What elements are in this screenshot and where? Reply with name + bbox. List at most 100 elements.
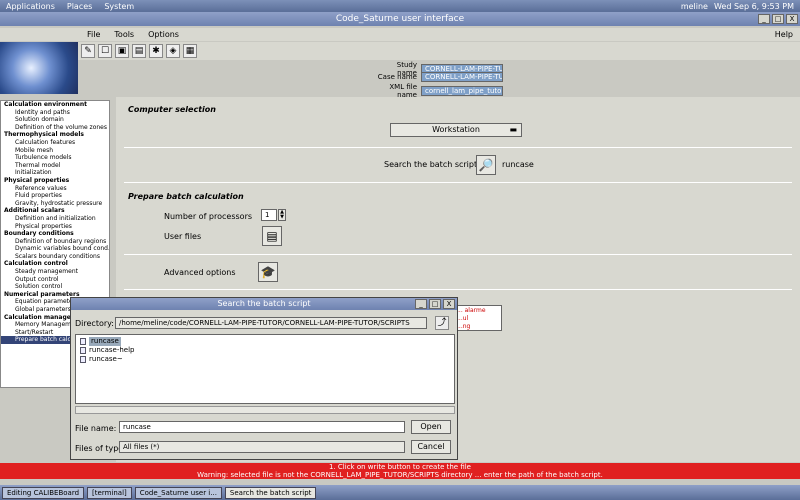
status-bar: 1. Click on write button to create the f…: [0, 463, 800, 479]
new-file-icon[interactable]: ✎: [81, 44, 95, 58]
tree-category[interactable]: Calculation control: [1, 260, 109, 268]
graduation-cap-icon[interactable]: 🎓: [258, 262, 278, 282]
close-button[interactable]: X: [786, 14, 798, 24]
file-item-label: runcase: [89, 337, 121, 346]
code-saturne-logo: [0, 42, 78, 94]
tree-item[interactable]: Definition and initialization: [1, 215, 109, 223]
divider: [124, 147, 792, 148]
batch-warning-line1: ... alarme: [457, 307, 486, 314]
tree-item[interactable]: Scalars boundary conditions: [1, 253, 109, 261]
tree-item[interactable]: Reference values: [1, 185, 109, 193]
tree-item[interactable]: Gravity, hydrostatic pressure: [1, 200, 109, 208]
tree-category[interactable]: Physical properties: [1, 177, 109, 185]
undo-icon[interactable]: ◈: [166, 44, 180, 58]
file-icon: [80, 356, 86, 363]
task-terminal[interactable]: [terminal]: [87, 486, 132, 499]
workstation-select[interactable]: Workstation ▬: [390, 123, 522, 137]
nproc-spinner[interactable]: ▲ ▼: [278, 209, 286, 221]
open-button[interactable]: Open: [411, 420, 451, 434]
xml-value: cornell_lam_pipe_tutor.xml: [421, 86, 503, 96]
tree-item[interactable]: Fluid properties: [1, 192, 109, 200]
directory-label: Directory:: [75, 319, 114, 328]
system-menu[interactable]: System: [98, 2, 140, 11]
top-panel: Applications Places System meline Wed Se…: [0, 0, 800, 12]
save-as-icon[interactable]: ▤: [132, 44, 146, 58]
workstation-value: Workstation: [432, 125, 480, 134]
prepare-batch-header: Prepare batch calculation: [128, 192, 244, 201]
minimize-button[interactable]: _: [758, 14, 770, 24]
file-item[interactable]: runcase: [76, 337, 454, 346]
dialog-maximize-button[interactable]: □: [429, 299, 441, 309]
tree-item[interactable]: Initialization: [1, 169, 109, 177]
file-item[interactable]: runcase-help: [76, 346, 454, 355]
nproc-input[interactable]: 1: [261, 209, 277, 221]
tree-category[interactable]: Boundary conditions: [1, 230, 109, 238]
dialog-close-button[interactable]: X: [443, 299, 455, 309]
directory-select[interactable]: /home/meline/code/CORNELL-LAM-PIPE-TUTOR…: [115, 317, 427, 329]
window-title: Code_Saturne user interface: [0, 12, 800, 26]
file-icon: [80, 347, 86, 354]
nproc-label: Number of processors: [164, 212, 253, 221]
tree-item[interactable]: Solution control: [1, 283, 109, 291]
clock[interactable]: Wed Sep 6, 9:53 PM: [714, 2, 800, 11]
tree-category[interactable]: Calculation environment: [1, 101, 109, 109]
search-script-button[interactable]: 🔎: [476, 155, 496, 175]
redo-icon[interactable]: ▦: [183, 44, 197, 58]
file-item[interactable]: runcase~: [76, 355, 454, 364]
tree-item[interactable]: Dynamic variables bound cond.: [1, 245, 109, 253]
applications-menu[interactable]: Applications: [0, 2, 61, 11]
dialog-minimize-button[interactable]: _: [415, 299, 427, 309]
tree-category[interactable]: Additional scalars: [1, 207, 109, 215]
status-line1: 1. Click on write button to create the f…: [329, 463, 471, 471]
search-script-dialog: Search the batch script _ □ X Directory:…: [70, 297, 458, 460]
maximize-button[interactable]: □: [772, 14, 784, 24]
tree-category[interactable]: Thermophysical models: [1, 131, 109, 139]
divider: [124, 254, 792, 255]
toolbar: ✎ ☐ ▣ ▤ ✱ ◈ ▦: [78, 42, 800, 60]
tree-item[interactable]: Mobile mesh: [1, 147, 109, 155]
places-menu[interactable]: Places: [61, 2, 98, 11]
tree-item[interactable]: Output control: [1, 276, 109, 284]
save-icon[interactable]: ▣: [115, 44, 129, 58]
dialog-title: Search the batch script: [71, 298, 457, 310]
tree-item[interactable]: Steady management: [1, 268, 109, 276]
status-line2: Warning: selected file is not the CORNEL…: [197, 471, 603, 479]
menu-options[interactable]: Options: [141, 30, 186, 39]
tree-item[interactable]: Definition of the volume zones: [1, 124, 109, 132]
file-item-label: runcase~: [89, 355, 123, 363]
menu-file[interactable]: File: [80, 30, 107, 39]
tree-item[interactable]: Solution domain: [1, 116, 109, 124]
horizontal-scrollbar[interactable]: [75, 406, 455, 414]
task-search-dialog[interactable]: Search the batch script: [224, 486, 317, 499]
divider: [124, 182, 792, 183]
task-code-saturne[interactable]: Code_Saturne user i...: [134, 486, 222, 499]
preprocessor-icon[interactable]: ✱: [149, 44, 163, 58]
file-item-label: runcase-help: [89, 346, 135, 354]
tree-item[interactable]: Calculation features: [1, 139, 109, 147]
divider: [124, 289, 792, 290]
cancel-button[interactable]: Cancel: [411, 440, 451, 454]
user-files-label: User files: [164, 232, 202, 241]
batch-warning-line2: ...ul: [457, 315, 469, 322]
taskbar: Editing CALIBEBoard [terminal] Code_Satu…: [0, 485, 800, 500]
filetype-select[interactable]: All files (*): [119, 441, 405, 453]
open-file-icon[interactable]: ☐: [98, 44, 112, 58]
task-editor[interactable]: Editing CALIBEBoard: [2, 486, 85, 499]
menu-help[interactable]: Help: [768, 30, 800, 39]
file-list: runcase runcase-help runcase~: [75, 334, 455, 404]
batch-warning-line3: ...ng: [457, 323, 471, 330]
user-files-button[interactable]: ▤: [262, 226, 282, 246]
filename-input[interactable]: runcase: [119, 421, 405, 433]
menu-tools[interactable]: Tools: [107, 30, 141, 39]
tree-item[interactable]: Turbulence models: [1, 154, 109, 162]
tree-item[interactable]: Thermal model: [1, 162, 109, 170]
user-name: meline: [680, 1, 708, 11]
tree-item[interactable]: Physical properties: [1, 223, 109, 231]
case-label: Case name: [377, 73, 417, 81]
tree-item[interactable]: Identity and paths: [1, 109, 109, 117]
tree-item[interactable]: Definition of boundary regions: [1, 238, 109, 246]
chevron-down-icon: ▬: [509, 125, 517, 134]
parent-folder-icon[interactable]: ⤴: [435, 316, 449, 330]
computer-selection-header: Computer selection: [128, 105, 216, 114]
case-value: CORNELL-LAM-PIPE-TUTOR: [421, 72, 503, 82]
